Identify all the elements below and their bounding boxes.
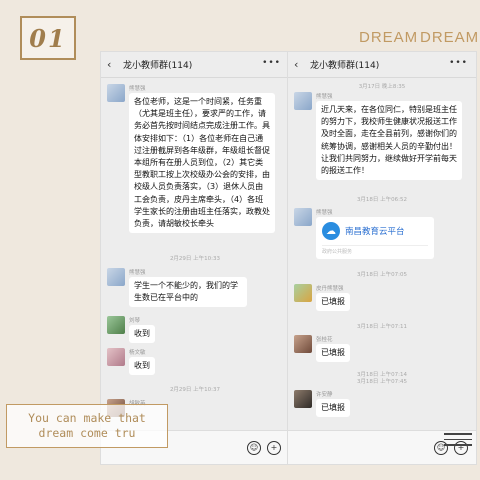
sender-name: 皮丹熊慧强 xyxy=(316,286,344,292)
back-arrow-icon[interactable]: ‹ xyxy=(294,58,306,71)
chat-title: 龙小教师群(114) xyxy=(123,61,193,71)
right-chat-screenshot: ‹ 龙小教师群(114) ••• 3月17日 晚上8:35 熊慧强 近几天来，在… xyxy=(288,52,476,464)
timestamp: 2月29日 上午10:33 xyxy=(169,256,221,262)
add-icon[interactable]: + xyxy=(267,441,281,455)
sender-name: 张桂花 xyxy=(316,337,333,343)
avatar[interactable] xyxy=(107,268,125,286)
avatar[interactable] xyxy=(107,316,125,334)
badge-number: 01 xyxy=(29,23,67,53)
message: 杨文敏 收到 xyxy=(107,348,155,376)
message-bubble[interactable]: 近几天来，在各位同仁，特别是班主任的努力下，我校师生健康状况报送工作及时全面，走… xyxy=(316,101,462,181)
avatar[interactable] xyxy=(294,284,312,302)
avatar[interactable] xyxy=(294,92,312,110)
number-badge: 01 xyxy=(20,16,76,60)
back-arrow-icon[interactable]: ‹ xyxy=(107,58,119,71)
avatar[interactable] xyxy=(107,84,125,102)
avatar[interactable] xyxy=(294,390,312,408)
dream-text-1: DREAM xyxy=(359,29,419,46)
message-bubble[interactable]: 收到 xyxy=(129,357,155,376)
sender-name: 熊慧强 xyxy=(129,86,146,92)
timestamp: 3月18日 上午06:52 xyxy=(356,197,408,203)
timestamp: 3月18日 上午07:45 xyxy=(356,379,408,385)
message: 张桂花 已填报 xyxy=(294,335,350,363)
slogan-line-1: You can make that xyxy=(28,411,146,425)
slogan-box: You can make that dream come tru xyxy=(6,404,168,448)
link-card[interactable]: ☁ 南昌教育云平台 政府公共服务 xyxy=(316,217,434,259)
chat-title: 龙小教师群(114) xyxy=(310,61,380,71)
sender-name: 熊慧强 xyxy=(316,210,333,216)
chat-header: ‹ 龙小教师群(114) ••• xyxy=(101,52,289,78)
message-bubble[interactable]: 收到 xyxy=(129,325,155,344)
timestamp: 3月17日 晚上8:35 xyxy=(358,84,406,90)
message: 许安静 已填报 xyxy=(294,390,350,418)
timestamp: 2月29日 上午10:37 xyxy=(169,387,221,393)
sender-name: 熊慧强 xyxy=(316,94,333,100)
sender-name: 刘琴 xyxy=(129,318,141,324)
message: 刘琴 收到 xyxy=(107,316,155,344)
message: 皮丹熊慧强 已填报 xyxy=(294,284,350,312)
more-options-icon[interactable]: ••• xyxy=(262,58,281,68)
timestamp: 3月18日 上午07:11 xyxy=(356,324,408,330)
avatar[interactable] xyxy=(294,335,312,353)
message-bubble[interactable]: 已填报 xyxy=(316,344,350,363)
message: 熊慧强 各位老师，这是一个时间紧，任务重（尤其是班主任），要求严的工作，请务必首… xyxy=(107,84,275,234)
message: 熊慧强 ☁ 南昌教育云平台 政府公共服务 xyxy=(294,208,434,259)
timestamp: 3月18日 上午07:05 xyxy=(356,272,408,278)
more-options-icon[interactable]: ••• xyxy=(449,58,468,68)
chat-header: ‹ 龙小教师群(114) ••• xyxy=(288,52,476,78)
avatar[interactable] xyxy=(107,348,125,366)
message: 熊慧强 近几天来，在各位同仁，特别是班主任的努力下，我校师生健康状况报送工作及时… xyxy=(294,92,462,181)
message-bubble[interactable]: 各位老师，这是一个时间紧，任务重（尤其是班主任），要求严的工作，请务必首先按时间… xyxy=(129,93,275,234)
slogan-line-2: dream come tru xyxy=(38,426,136,440)
dream-text-2: DREAM xyxy=(420,29,480,46)
sender-name: 熊慧强 xyxy=(129,270,146,276)
card-source: 政府公共服务 xyxy=(322,245,428,255)
sender-name: 杨文敏 xyxy=(129,350,146,356)
left-chat-screenshot: ‹ 龙小教师群(114) ••• 熊慧强 各位老师，这是一个时间紧，任务重（尤其… xyxy=(101,52,289,464)
card-title: 南昌教育云平台 xyxy=(345,227,405,237)
message-bubble[interactable]: 学生一个不能少的，我们的学生数已在平台中的 xyxy=(129,277,247,308)
cloud-icon: ☁ xyxy=(322,222,340,240)
message: 熊慧强 学生一个不能少的，我们的学生数已在平台中的 xyxy=(107,268,247,308)
background-frame: 01 DREAM DREAM ‹ 龙小教师群(114) ••• 熊慧强 各位老师… xyxy=(0,0,480,480)
menu-lines-icon xyxy=(444,433,472,447)
message-bubble[interactable]: 已填报 xyxy=(316,399,350,418)
emoji-icon[interactable]: ☺ xyxy=(247,441,261,455)
message-bubble[interactable]: 已填报 xyxy=(316,293,350,312)
sender-name: 许安静 xyxy=(316,392,333,398)
avatar[interactable] xyxy=(294,208,312,226)
